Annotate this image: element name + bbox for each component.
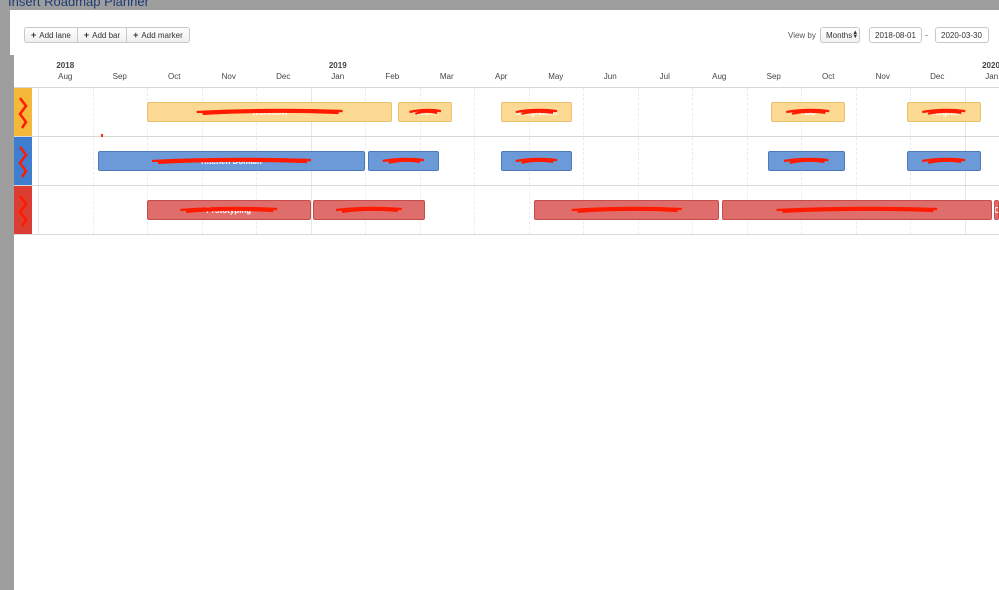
- redaction-scribble: [776, 206, 938, 213]
- roadmap-bar[interactable]: [907, 151, 981, 171]
- bar-label: Prototyping: [206, 205, 252, 215]
- redaction-scribble: [18, 195, 28, 227]
- roadmap-bar[interactable]: Kitchen Domain: [97, 151, 365, 171]
- month-label: Jan: [985, 72, 999, 81]
- month-label: Apr: [495, 72, 508, 81]
- bar-label: C: [995, 206, 998, 215]
- lane-divider: [14, 234, 999, 235]
- bar-label: TBD: [799, 107, 817, 117]
- toolbar: + Add lane + Add bar + Add marker: [24, 27, 190, 43]
- lane-divider: [14, 136, 999, 137]
- year-label: 2018: [56, 61, 75, 70]
- roadmap-bar[interactable]: Prototyping: [147, 200, 311, 220]
- redaction-scribble: [922, 157, 966, 164]
- redaction-scribble: [336, 206, 403, 213]
- month-label: Sep: [112, 72, 127, 81]
- lane-divider: [14, 87, 999, 88]
- roadmap-bar[interactable]: [501, 151, 573, 171]
- view-by-select[interactable]: Months ▲ ▼: [820, 27, 860, 43]
- plus-icon: +: [83, 30, 90, 40]
- add-marker-button[interactable]: + Add marker: [126, 27, 190, 43]
- marker-dot: [101, 134, 103, 137]
- month-label: Oct: [822, 72, 835, 81]
- select-arrows-icon: ▲ ▼: [852, 30, 859, 40]
- bar-label: Integrati: [928, 107, 960, 117]
- redaction-scribble: [571, 206, 682, 213]
- add-bar-button[interactable]: + Add bar: [76, 27, 128, 43]
- redaction-scribble: [515, 157, 558, 164]
- month-label: Aug: [712, 72, 727, 81]
- bar-label: Workflow: [251, 107, 288, 117]
- redaction-scribble: [783, 157, 829, 164]
- year-label: 2019: [328, 61, 347, 70]
- month-label: Nov: [221, 72, 236, 81]
- roadmap-bar[interactable]: Integrati: [907, 102, 981, 122]
- roadmap-bar[interactable]: [367, 151, 439, 171]
- plus-icon: +: [133, 30, 139, 40]
- bar-label: Integration: [516, 107, 558, 117]
- roadmap-bar[interactable]: TBD: [771, 102, 845, 122]
- lane-label[interactable]: [14, 186, 32, 234]
- month-label: Aug: [58, 72, 73, 81]
- month-label: Dec: [276, 72, 291, 81]
- bar-label: Eve...: [414, 107, 436, 117]
- redaction-scribble: [18, 97, 28, 129]
- month-label: Sep: [766, 72, 781, 81]
- year-label: 2020: [982, 61, 999, 70]
- add-lane-label: Add lane: [39, 30, 71, 40]
- roadmap-bar[interactable]: C: [994, 200, 999, 220]
- add-lane-button[interactable]: + Add lane: [24, 27, 78, 43]
- end-date-input[interactable]: 2020-03-30: [935, 27, 989, 43]
- month-label: Jul: [659, 72, 670, 81]
- month-label: May: [548, 72, 564, 81]
- app-title: Insert Roadmap Planner: [8, 0, 149, 9]
- redaction-scribble: [18, 146, 28, 178]
- plus-icon: +: [31, 30, 37, 40]
- start-date-input[interactable]: 2018-08-01: [869, 27, 922, 43]
- date-range-separator: -: [925, 30, 928, 40]
- month-label: Nov: [875, 72, 890, 81]
- roadmap-bar[interactable]: [533, 200, 720, 220]
- grid-line: [474, 88, 475, 234]
- month-label: Mar: [439, 72, 454, 81]
- roadmap-bar[interactable]: [721, 200, 992, 220]
- lane-divider: [14, 185, 999, 186]
- month-label: Oct: [168, 72, 181, 81]
- lane-label[interactable]: [14, 137, 32, 185]
- view-by-value: Months: [826, 30, 853, 40]
- month-label: Jan: [331, 72, 345, 81]
- lane-label[interactable]: [14, 88, 32, 136]
- bar-label: Kitchen Domain: [201, 156, 262, 166]
- grid-line: [92, 88, 94, 234]
- roadmap-timeline: Aug Sep Oct Nov Dec Jan Feb Mar Apr May Jun Jul Aug S…: [14, 55, 999, 235]
- grid-line: [38, 88, 39, 234]
- redaction-scribble: [382, 157, 424, 164]
- roadmap-bar[interactable]: Workflow: [147, 102, 393, 122]
- add-marker-label: Add marker: [141, 30, 183, 40]
- roadmap-bar[interactable]: Integration: [501, 102, 573, 122]
- view-by-label: View by: [788, 31, 816, 40]
- roadmap-bar[interactable]: Eve...: [397, 102, 453, 122]
- month-label: Jun: [603, 72, 617, 81]
- roadmap-bar[interactable]: [313, 200, 425, 220]
- month-label: Feb: [385, 72, 400, 81]
- roadmap-bar[interactable]: [768, 151, 845, 171]
- add-bar-label: Add bar: [92, 30, 121, 40]
- month-label: Dec: [930, 72, 945, 81]
